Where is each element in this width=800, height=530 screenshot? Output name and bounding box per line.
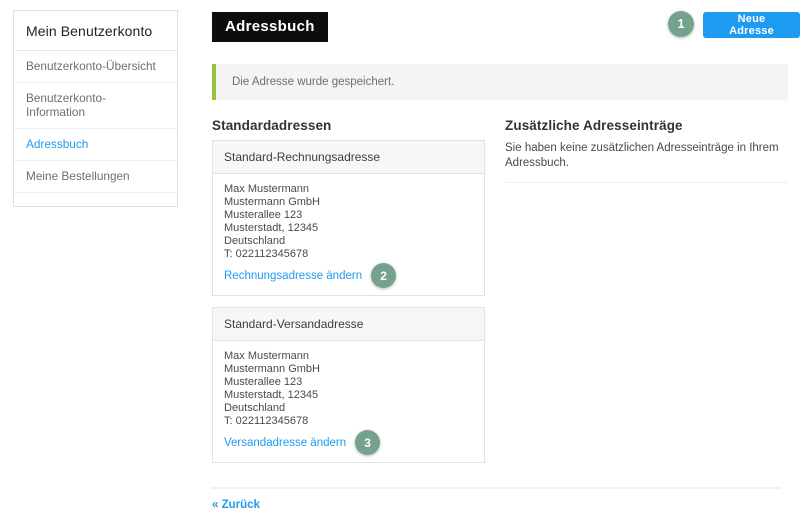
address-line-company: Mustermann GmbH bbox=[224, 196, 473, 209]
additional-addresses-heading: Zusätzliche Adresseinträge bbox=[505, 118, 788, 133]
address-line-name: Max Mustermann bbox=[224, 183, 473, 196]
standard-addresses-column: Standardadressen Standard-Rechnungsadres… bbox=[212, 118, 485, 474]
address-line-country: Deutschland bbox=[224, 235, 473, 248]
sidebar-item-my-orders[interactable]: Meine Bestellungen bbox=[14, 161, 177, 193]
sidebar-item-account-information[interactable]: Benutzerkonto-Information bbox=[14, 83, 177, 129]
address-line-country: Deutschland bbox=[224, 402, 473, 415]
footer-divider bbox=[212, 487, 780, 489]
standard-addresses-heading: Standardadressen bbox=[212, 118, 485, 133]
back-link[interactable]: « Zurück bbox=[212, 499, 260, 511]
change-billing-address-link[interactable]: Rechnungsadresse ändern bbox=[224, 270, 362, 282]
address-line-company: Mustermann GmbH bbox=[224, 363, 473, 376]
new-address-button[interactable]: Neue Adresse bbox=[703, 12, 800, 38]
address-line-phone: T: 022112345678 bbox=[224, 415, 473, 428]
address-line-street: Musterallee 123 bbox=[224, 376, 473, 389]
step-badge-3: 3 bbox=[355, 430, 380, 455]
billing-link-row: Rechnungsadresse ändern 2 bbox=[224, 263, 473, 288]
page-title: Adressbuch bbox=[212, 12, 328, 42]
sidebar-item-address-book[interactable]: Adressbuch bbox=[14, 129, 177, 161]
sidebar-title: Mein Benutzerkonto bbox=[14, 11, 177, 51]
additional-addresses-empty-message: Sie haben keine zusätzlichen Adresseintr… bbox=[505, 141, 788, 183]
step-badge-2: 2 bbox=[371, 263, 396, 288]
billing-address-card-body: Max Mustermann Mustermann GmbH Musterall… bbox=[213, 174, 484, 295]
address-line-city: Musterstadt, 12345 bbox=[224, 222, 473, 235]
address-line-phone: T: 022112345678 bbox=[224, 248, 473, 261]
shipping-address-card: Standard-Versandadresse Max Mustermann M… bbox=[212, 307, 485, 463]
address-line-street: Musterallee 123 bbox=[224, 209, 473, 222]
billing-address-card-title: Standard-Rechnungsadresse bbox=[213, 141, 484, 174]
account-sidebar: Mein Benutzerkonto Benutzerkonto-Übersic… bbox=[13, 10, 178, 207]
address-line-city: Musterstadt, 12345 bbox=[224, 389, 473, 402]
success-alert-text: Die Adresse wurde gespeichert. bbox=[232, 76, 394, 88]
step-badge-1: 1 bbox=[668, 11, 694, 37]
shipping-address-card-title: Standard-Versandadresse bbox=[213, 308, 484, 341]
success-alert: Die Adresse wurde gespeichert. bbox=[212, 64, 788, 100]
change-shipping-address-link[interactable]: Versandadresse ändern bbox=[224, 437, 346, 449]
additional-addresses-column: Zusätzliche Adresseinträge Sie haben kei… bbox=[505, 118, 788, 183]
address-line-name: Max Mustermann bbox=[224, 350, 473, 363]
sidebar-item-account-overview[interactable]: Benutzerkonto-Übersicht bbox=[14, 51, 177, 83]
shipping-address-card-body: Max Mustermann Mustermann GmbH Musterall… bbox=[213, 341, 484, 462]
billing-address-card: Standard-Rechnungsadresse Max Mustermann… bbox=[212, 140, 485, 296]
shipping-link-row: Versandadresse ändern 3 bbox=[224, 430, 473, 455]
